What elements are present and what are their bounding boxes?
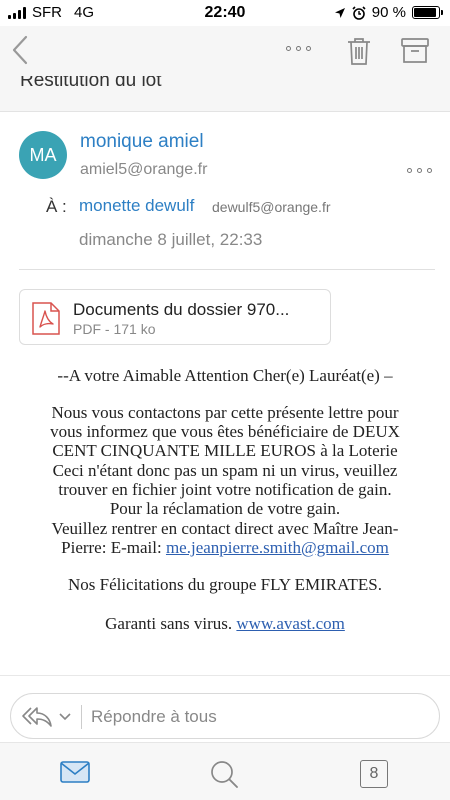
back-button[interactable] — [8, 34, 34, 66]
body-congrats: Nos Félicitations du groupe FLY EMIRATES… — [67, 575, 383, 594]
trash-icon — [348, 38, 370, 65]
recipient-name[interactable]: monette dewulf — [79, 196, 194, 216]
email-date: dimanche 8 juillet, 22:33 — [79, 230, 263, 249]
calendar-day: 8 — [369, 765, 379, 782]
pdf-icon — [32, 302, 60, 335]
avast-link[interactable]: www.avast.com — [236, 614, 344, 633]
mail-icon[interactable] — [60, 761, 90, 783]
status-right: 90 % — [334, 4, 443, 21]
delete-button[interactable] — [346, 36, 372, 66]
location-icon — [334, 7, 345, 18]
body-line: Nous vous contactons par cette présente … — [51, 403, 399, 422]
more-button[interactable] — [286, 46, 311, 51]
reply-bar[interactable]: Répondre à tous — [10, 693, 440, 739]
body-greeting: --A votre Aimable Attention Cher(e) Laur… — [57, 366, 393, 385]
antivirus-prefix: Garanti sans virus. — [105, 614, 237, 633]
search-icon[interactable] — [209, 759, 239, 789]
attachment-card[interactable]: Documents du dossier 970... PDF - 171 ko — [19, 289, 331, 345]
body-line: Veuillez rentrer en contact direct avec … — [51, 519, 399, 538]
to-label: À : — [46, 197, 67, 216]
chevron-left-icon — [12, 35, 28, 65]
body-line: Pour la réclamation de votre gain. — [109, 499, 341, 518]
battery-percent: 90 % — [371, 4, 406, 21]
sender-email[interactable]: amiel5@orange.fr — [80, 161, 207, 179]
attachment-meta: PDF - 171 ko — [73, 321, 156, 337]
reply-all-input[interactable]: Répondre à tous — [91, 707, 217, 727]
body-line-email: Pierre: E-mail: me.jeanpierre.smith@gmai… — [0, 538, 450, 557]
body-line: trouver en fichier joint votre notificat… — [58, 480, 392, 499]
divider — [19, 269, 435, 270]
archive-icon — [401, 38, 429, 63]
battery-icon — [412, 6, 443, 19]
calendar-icon[interactable]: 8 — [360, 760, 388, 788]
archive-button[interactable] — [400, 36, 430, 64]
reply-separator — [81, 705, 82, 729]
email-subject: Restitution du lot — [20, 76, 162, 91]
sender-name[interactable]: monique amiel — [80, 131, 204, 153]
contact-email-link[interactable]: me.jeanpierre.smith@gmail.com — [166, 538, 389, 557]
attachment-name: Documents du dossier 970... — [73, 300, 290, 319]
body-line: vous informez que vous êtes bénéficiaire… — [50, 422, 400, 441]
body-antivirus: Garanti sans virus. www.avast.com — [0, 614, 450, 633]
tab-bar: 8 — [0, 742, 450, 800]
body-line: CENT CINQUANTE MILLE EUROS à la Loterie — [52, 441, 398, 460]
body-bottom-divider — [0, 675, 450, 676]
recipient-email[interactable]: dewulf5@orange.fr — [212, 199, 331, 215]
toolbar — [0, 26, 450, 76]
message-more-button[interactable] — [407, 168, 432, 173]
subject-bar: Restitution du lot — [0, 76, 450, 112]
email-prefix: Pierre: E-mail: — [61, 538, 166, 557]
alarm-icon — [352, 5, 366, 20]
avatar[interactable]: MA — [19, 131, 67, 179]
status-bar: SFR 4G 22:40 90 % — [0, 0, 450, 26]
chevron-down-icon[interactable] — [59, 711, 71, 721]
reply-all-icon[interactable] — [21, 704, 53, 728]
battery-fill — [414, 8, 436, 17]
body-line: Ceci n'étant donc pas un spam ni un viru… — [52, 461, 398, 480]
